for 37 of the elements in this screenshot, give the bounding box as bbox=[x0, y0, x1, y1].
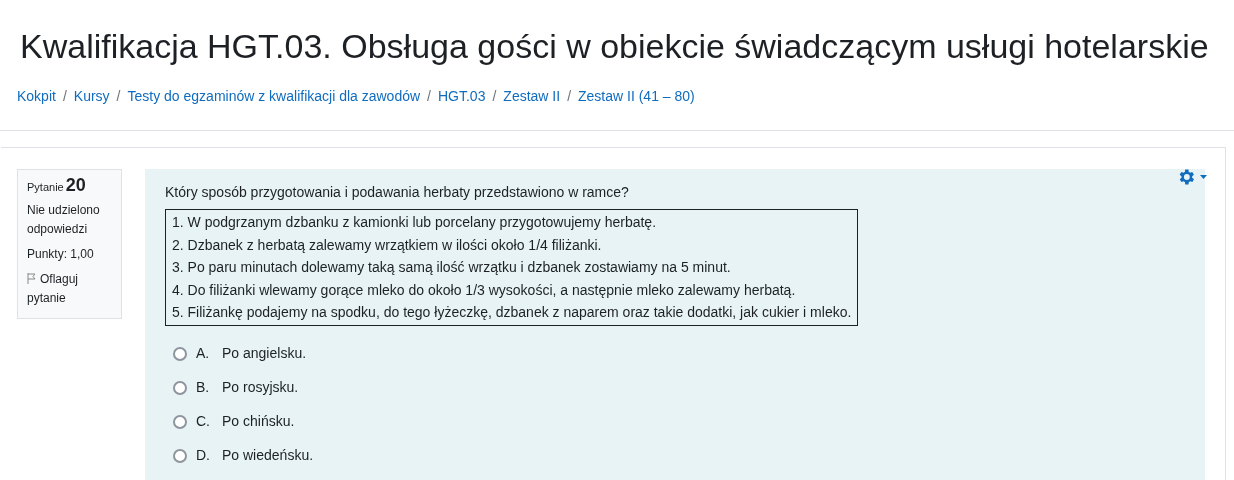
breadcrumb-separator: / bbox=[566, 87, 572, 106]
page-title: Kwalifikacja HGT.03. Obsługa gości w obiekcie świadczącym usługi hotelarskie bbox=[20, 26, 1210, 67]
breadcrumb-separator: / bbox=[61, 87, 68, 106]
breadcrumb-link[interactable]: Testy do egzaminów z kwalifikacji dla zawodów bbox=[127, 86, 421, 107]
points-text: Punkty: 1,00 bbox=[27, 246, 95, 263]
answer-letter: D. bbox=[196, 446, 211, 466]
answer-text: Po angielsku. bbox=[222, 344, 307, 364]
step-text: 2. Dzbanek z herbatą zalewamy wrzątkiem w ilości około 1/4 filiżanki. bbox=[172, 235, 603, 255]
question-number: 20 bbox=[65, 176, 86, 195]
answer-radio[interactable] bbox=[173, 448, 187, 463]
breadcrumb-link[interactable]: HGT.03 bbox=[437, 86, 486, 107]
caret-icon bbox=[1200, 175, 1207, 179]
answer-letter: A. bbox=[196, 344, 211, 364]
flag-question-link[interactable]: Oflaguj pytanie bbox=[27, 270, 112, 308]
flag-icon bbox=[27, 273, 36, 284]
answer-status: Nie udzielono odpowiedzi bbox=[27, 202, 101, 238]
breadcrumb-link[interactable]: Zestaw II bbox=[503, 86, 561, 107]
step-text: 1. W podgrzanym dzbanku z kamionki lub porcelany przygotowujemy herbatę. bbox=[172, 213, 658, 232]
step-text: 3. Po paru minutach dolewamy taką samą ilość wrzątku i dzbanek zostawiamy na 5 minut. bbox=[172, 258, 732, 278]
answer-letter: C. bbox=[196, 412, 211, 432]
breadcrumb-separator: / bbox=[491, 87, 498, 106]
question-label: Pytanie bbox=[27, 180, 64, 195]
answer-text: Po rosyjsku. bbox=[222, 378, 299, 398]
breadcrumb-link[interactable]: Kursy bbox=[73, 86, 110, 107]
answer-radio[interactable] bbox=[173, 380, 187, 395]
breadcrumb-separator: / bbox=[426, 87, 432, 106]
answer-radio[interactable] bbox=[173, 414, 187, 429]
answer-text: Po chińsku. bbox=[222, 412, 295, 432]
answer-radio[interactable] bbox=[173, 346, 187, 361]
step-text: 4. Do filiżanki wlewamy gorące mleko do około 1/3 wysokości, a następnie mleko zalewamy herbatą. bbox=[172, 280, 797, 300]
breadcrumb-link[interactable]: Zestaw II (41 – 80) bbox=[578, 86, 695, 107]
answer-text: Po wiedeńsku. bbox=[222, 446, 314, 466]
step-text: 5. Filiżankę podajemy na spodku, do tego łyżeczkę, dzbanek z naparem oraz takie dodatki, jak cukier i mleko. bbox=[172, 303, 852, 323]
answer-letter: B. bbox=[196, 378, 211, 398]
breadcrumb-link[interactable]: Kokpit bbox=[17, 86, 56, 107]
question-text: Który sposób przygotowania i podawania herbaty przedstawiono w ramce? bbox=[165, 183, 630, 202]
breadcrumb-separator: / bbox=[115, 87, 122, 106]
